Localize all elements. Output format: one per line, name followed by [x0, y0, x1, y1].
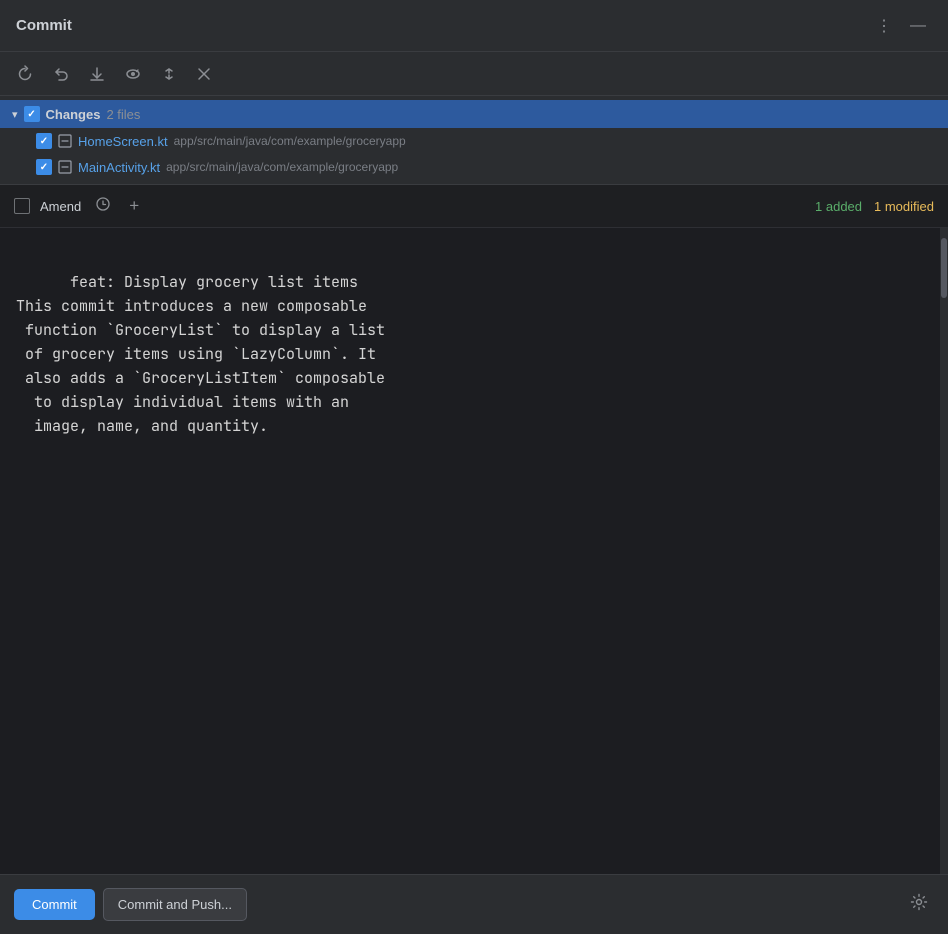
changes-checkbox[interactable]	[24, 106, 40, 122]
modified-file-icon	[58, 134, 72, 148]
title-bar: Commit ⋮ —	[0, 0, 948, 52]
close-toolbar-button[interactable]	[192, 64, 216, 84]
file-tree: ▾ Changes 2 files HomeScreen.kt app/src/…	[0, 96, 948, 185]
eye-button[interactable]	[120, 63, 146, 85]
scrollbar-thumb[interactable]	[941, 238, 947, 298]
commit-button[interactable]: Commit	[14, 889, 95, 920]
commit-message-editor[interactable]: feat: Display grocery list items This co…	[0, 228, 948, 874]
undo-button[interactable]	[48, 63, 74, 85]
toolbar	[0, 52, 948, 96]
title-bar-left: Commit	[16, 17, 72, 34]
action-right	[904, 889, 934, 920]
more-options-button[interactable]: ⋮	[870, 14, 898, 38]
mainactivity-filename: MainActivity.kt	[78, 160, 160, 175]
commit-window: Commit ⋮ —	[0, 0, 948, 934]
window-title: Commit	[16, 17, 72, 34]
commit-message-title: feat: Display grocery list items	[70, 272, 358, 292]
minimize-button[interactable]: —	[904, 15, 932, 37]
amend-right: 1 added 1 modified	[815, 199, 934, 214]
changes-count: 2 files	[106, 107, 140, 122]
homescreen-path: app/src/main/java/com/example/groceryapp	[174, 134, 406, 148]
mainactivity-checkbox[interactable]	[36, 159, 52, 175]
amend-clock-button[interactable]	[91, 195, 115, 217]
refresh-button[interactable]	[12, 63, 38, 85]
modified-file-icon-2	[58, 160, 72, 174]
stat-modified: 1 modified	[874, 199, 934, 214]
amend-label: Amend	[40, 199, 81, 214]
file-homescreen[interactable]: HomeScreen.kt app/src/main/java/com/exam…	[0, 128, 948, 154]
expand-button[interactable]	[156, 63, 182, 85]
settings-gear-button[interactable]	[904, 889, 934, 920]
action-left: Commit Commit and Push...	[14, 888, 247, 921]
amend-checkbox[interactable]	[14, 198, 30, 214]
file-mainactivity[interactable]: MainActivity.kt app/src/main/java/com/ex…	[0, 154, 948, 180]
amend-add-button[interactable]: +	[125, 195, 143, 217]
amend-left: Amend +	[14, 195, 143, 217]
scrollbar-track[interactable]	[940, 228, 948, 874]
homescreen-checkbox[interactable]	[36, 133, 52, 149]
stat-added: 1 added	[815, 199, 862, 214]
commit-and-push-button[interactable]: Commit and Push...	[103, 888, 247, 921]
homescreen-filename: HomeScreen.kt	[78, 134, 168, 149]
amend-row: Amend + 1 added 1 modified	[0, 185, 948, 228]
commit-message-text: feat: Display grocery list items This co…	[16, 246, 932, 462]
download-button[interactable]	[84, 63, 110, 85]
action-bar: Commit Commit and Push...	[0, 874, 948, 934]
changes-group-header[interactable]: ▾ Changes 2 files	[0, 100, 948, 128]
mainactivity-path: app/src/main/java/com/example/groceryapp	[166, 160, 398, 174]
changes-label: Changes	[46, 107, 101, 122]
commit-message-body: This commit introduces a new composable …	[16, 296, 385, 436]
title-bar-right: ⋮ —	[870, 14, 932, 38]
chevron-down-icon: ▾	[12, 108, 18, 121]
